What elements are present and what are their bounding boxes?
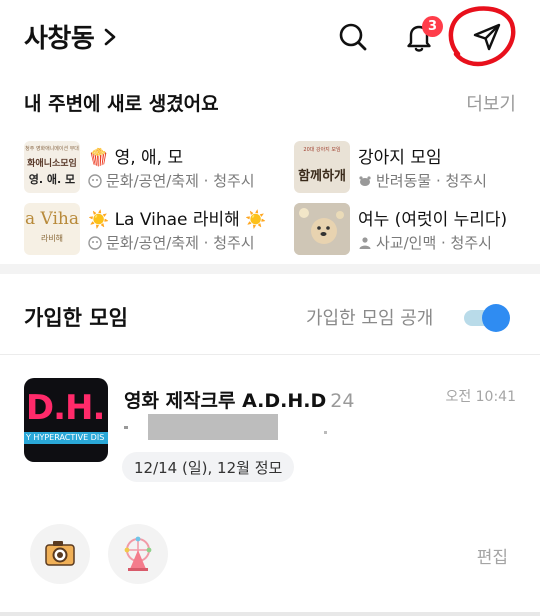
- nearby-group-card[interactable]: 여누 (여럿이 누리다) 사교/인맥 · 청주시: [294, 203, 540, 259]
- redacted-mark: [124, 426, 128, 429]
- section-divider: [0, 264, 540, 274]
- sun-icon: ☀️: [88, 210, 110, 230]
- camera-icon-glyph: [45, 541, 75, 566]
- nearby-group-card[interactable]: 청주 영화애니메이션 무대 화애니소모임 영. 애. 모 🍿 영, 애, 모 문…: [24, 141, 274, 197]
- edit-button[interactable]: 편집: [477, 543, 508, 568]
- thumb-text: 영. 애. 모: [28, 173, 76, 186]
- category-text: 문화/공연/축제 · 청주시: [106, 172, 255, 190]
- ferris-wheel-icon-glyph: [124, 536, 152, 571]
- send-icon[interactable]: [470, 20, 504, 54]
- thumb-text: 함께하개: [298, 169, 346, 184]
- public-toggle-label: 가입한 모임 공개: [306, 308, 434, 329]
- group-name: 🍿 영, 애, 모: [88, 143, 183, 168]
- sun-icon: ☀️: [245, 210, 267, 230]
- member-count: 24: [330, 390, 355, 412]
- theater-icon: [88, 235, 102, 250]
- nearby-group-card[interactable]: a Viha 라비해 ☀️ La Vihae 라비해 ☀️ 문화/공연/축제 ·…: [24, 203, 274, 259]
- group-category: 문화/공연/축제 · 청주시: [88, 232, 255, 253]
- more-link[interactable]: 더보기: [466, 90, 516, 116]
- nearby-section-title: 내 주변에 새로 생겼어요: [24, 93, 219, 115]
- thumb-text: 20대 강아지 모임: [303, 147, 341, 153]
- group-category: 문화/공연/축제 · 청주시: [88, 170, 255, 191]
- group-name: 영화 제작크루 A.D.H.D 24: [124, 386, 354, 413]
- group-name: 여누 (여럿이 누리다): [358, 210, 508, 230]
- divider: [0, 354, 540, 355]
- camera-icon[interactable]: [30, 524, 90, 584]
- thumb-text: 청주 영화애니메이션 무대: [25, 146, 79, 152]
- ferris-wheel-icon[interactable]: [108, 524, 168, 584]
- dog-photo: [294, 203, 350, 255]
- people-icon: [359, 236, 371, 249]
- group-name: 강아지 모임: [358, 148, 442, 168]
- group-thumbnail: 20대 강아지 모임 함께하개: [294, 141, 350, 193]
- theater-icon: [88, 173, 102, 188]
- pet-icon: [359, 175, 371, 186]
- category-text: 반려동물 · 청주시: [376, 172, 487, 190]
- joined-section-title: 가입한 모임: [24, 306, 128, 330]
- nearby-group-card[interactable]: 20대 강아지 모임 함께하개 강아지 모임 반려동물 · 청주시: [294, 141, 540, 197]
- group-name: ☀️ La Vihae 라비해 ☀️: [88, 205, 266, 230]
- group-thumbnail: a Viha 라비해: [24, 203, 80, 255]
- popcorn-icon: 🍿: [88, 148, 110, 168]
- group-thumbnail: .D.H. Y HYPERACTIVE DIS: [24, 378, 108, 462]
- thumb-text: .D.H.: [24, 388, 105, 428]
- location-selector[interactable]: 사창동: [24, 18, 118, 55]
- redacted-message-preview: [148, 414, 278, 440]
- thumb-text: 라비해: [40, 234, 64, 243]
- location-title: 사창동: [24, 24, 95, 54]
- notification-badge: 3: [422, 16, 443, 37]
- group-thumbnail: 청주 영화애니메이션 무대 화애니소모임 영. 애. 모: [24, 141, 80, 193]
- last-message-time: 오전 10:41: [445, 389, 516, 405]
- search-icon[interactable]: [336, 20, 370, 54]
- group-name-text: 영화 제작크루 A.D.H.D: [124, 390, 327, 412]
- category-text: 문화/공연/축제 · 청주시: [106, 234, 255, 252]
- thumb-text: a Viha: [24, 209, 80, 229]
- thumb-text: Y HYPERACTIVE DIS: [26, 433, 105, 442]
- meeting-chip[interactable]: 12/14 (일), 12월 정모: [122, 452, 295, 482]
- group-thumbnail: [294, 203, 350, 255]
- thumb-text: 화애니소모임: [27, 159, 77, 169]
- top-header: 사창동 3: [0, 0, 540, 76]
- category-text: 사교/인맥 · 청주시: [376, 234, 492, 252]
- group-category: 반려동물 · 청주시: [358, 170, 487, 191]
- group-name-text: La Vihae 라비해: [114, 210, 240, 230]
- joined-group-row[interactable]: .D.H. Y HYPERACTIVE DIS 영화 제작크루 A.D.H.D2…: [0, 370, 540, 486]
- group-category: 사교/인맥 · 청주시: [358, 232, 492, 253]
- public-toggle[interactable]: [462, 302, 512, 332]
- group-name-text: 영, 애, 모: [114, 148, 184, 168]
- bottom-bar-divider: [0, 612, 540, 616]
- chevron-right-icon: [104, 28, 116, 45]
- redacted-mark: [324, 431, 327, 434]
- toggle-knob: [482, 304, 510, 332]
